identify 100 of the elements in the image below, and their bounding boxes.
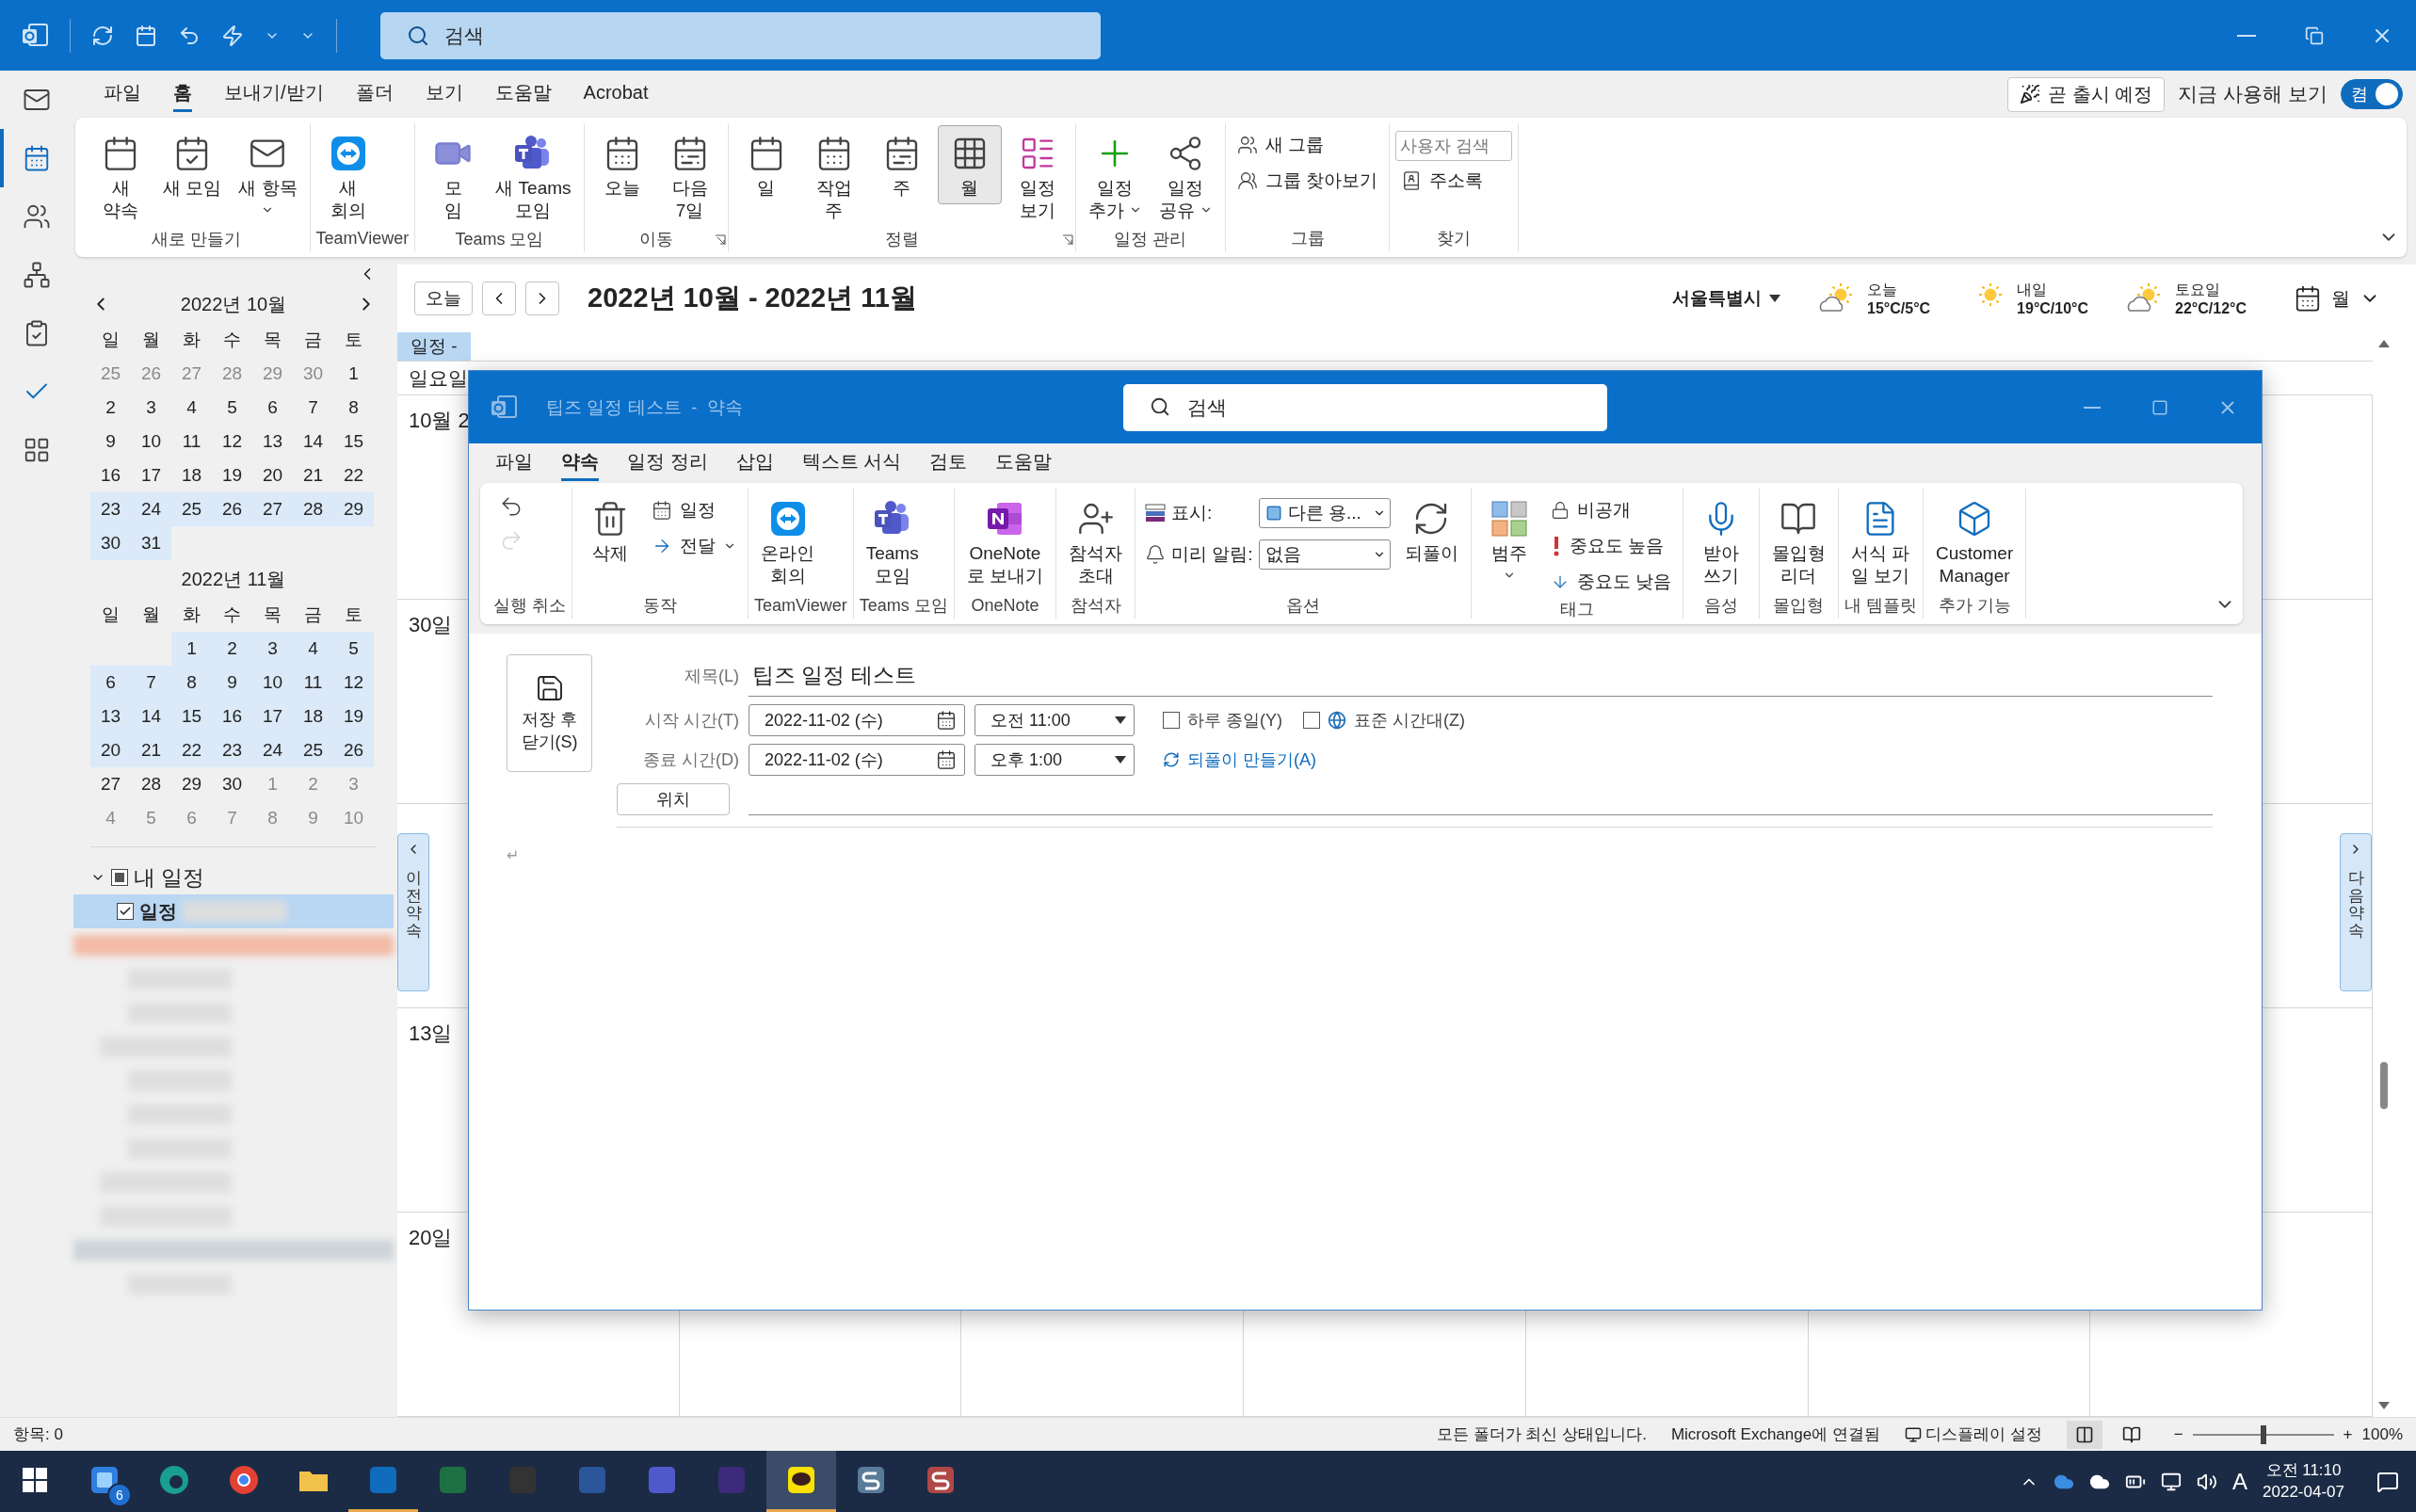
calendar-day[interactable]: 26 <box>333 733 374 767</box>
calendar-day[interactable]: 10 <box>252 666 293 700</box>
calendar-day[interactable]: 5 <box>212 391 252 425</box>
menu-tab[interactable]: 도움말 <box>494 76 552 112</box>
calendar-day[interactable]: 13 <box>252 425 293 458</box>
slider-thumb[interactable] <box>2260 1424 2266 1444</box>
location-label[interactable]: 서울특별시 <box>1672 286 1763 311</box>
folder-item[interactable]: 일정 <box>73 894 394 928</box>
calendar-day[interactable]: 3 <box>131 391 171 425</box>
calendar-day[interactable]: 13 <box>90 700 131 733</box>
checkbox[interactable] <box>1303 712 1320 729</box>
ribbon-button[interactable]: 중요도 높음 <box>1544 530 1677 562</box>
checkbox[interactable] <box>1163 712 1180 729</box>
calendar-day[interactable]: 20 <box>90 733 131 767</box>
calendar-day[interactable]: 16 <box>90 458 131 492</box>
ribbon-button[interactable]: 서식 파 일 보기 <box>1844 491 1917 592</box>
calendar-day[interactable]: 14 <box>293 425 333 458</box>
previous-appointment-tab[interactable]: 이전 약속 <box>397 833 429 991</box>
calendar-day[interactable]: 6 <box>90 666 131 700</box>
location-button[interactable]: 위치 <box>617 783 730 815</box>
ribbon-button[interactable]: 비공개 <box>1544 494 1677 526</box>
calendar-day[interactable]: 24 <box>252 733 293 767</box>
ribbon-button[interactable]: 일 <box>733 125 798 204</box>
calendar-day[interactable]: 31 <box>131 526 171 560</box>
scroll-down-icon[interactable] <box>2378 1402 2390 1409</box>
toggle-switch[interactable]: 켬 <box>2341 79 2403 109</box>
save-close-button[interactable]: 저장 후 닫기(S) <box>507 654 592 772</box>
calendar-day[interactable]: 19 <box>212 458 252 492</box>
dropdown[interactable]: 없음 <box>1258 539 1391 570</box>
calendar-day[interactable]: 4 <box>293 632 333 666</box>
recurrence-link[interactable]: 되풀이 만들기(A) <box>1187 748 1316 771</box>
calendar-day[interactable]: 23 <box>212 733 252 767</box>
ribbon-button[interactable]: OneNote 로 보내기 <box>959 491 1051 592</box>
calendar-day[interactable]: 28 <box>131 767 171 801</box>
calendar-day[interactable]: 3 <box>252 632 293 666</box>
calendar-day[interactable]: 10 <box>131 425 171 458</box>
menu-tab[interactable]: 텍스트 서식 <box>801 445 902 481</box>
calendar-day[interactable]: 19 <box>333 700 374 733</box>
calendar-day[interactable]: 21 <box>131 733 171 767</box>
calendar-day[interactable]: 16 <box>212 700 252 733</box>
ribbon-button[interactable]: 새 항목 <box>232 125 304 227</box>
calendar-day[interactable]: 7 <box>131 666 171 700</box>
calendar-day[interactable]: 12 <box>212 425 252 458</box>
ribbon-button[interactable]: 그룹 찾아보기 <box>1232 165 1384 197</box>
calendar-day[interactable]: 23 <box>90 492 131 526</box>
subject-field[interactable]: 팁즈 일정 테스트 <box>749 654 2213 697</box>
menu-tab[interactable]: Acrobat <box>583 78 649 110</box>
menu-tab[interactable]: 보기 <box>425 76 463 112</box>
calendar-day[interactable]: 6 <box>252 391 293 425</box>
ribbon-button[interactable]: 온라인 회의 <box>754 491 821 592</box>
zoom-in-button[interactable]: + <box>2343 1424 2353 1444</box>
calendar-day[interactable]: 21 <box>293 458 333 492</box>
zoom-out-button[interactable]: − <box>2173 1424 2183 1444</box>
notifications-icon[interactable] <box>2376 1470 2399 1493</box>
menu-tab[interactable]: 파일 <box>495 445 533 481</box>
scroll-up-icon[interactable] <box>2378 340 2390 347</box>
calendar-day[interactable]: 9 <box>90 425 131 458</box>
today-button[interactable]: 오늘 <box>414 281 473 315</box>
taskbar-app[interactable] <box>766 1451 836 1512</box>
calendar-day[interactable]: 29 <box>171 767 212 801</box>
calendar-day[interactable]: 2 <box>90 391 131 425</box>
calendar-day[interactable]: 17 <box>252 700 293 733</box>
calendar-day[interactable]: 5 <box>333 632 374 666</box>
ribbon-button[interactable]: 일정 <box>646 494 742 526</box>
calendar-day[interactable]: 24 <box>131 492 171 526</box>
calendar-day[interactable]: 20 <box>252 458 293 492</box>
ribbon-button[interactable]: 전달 <box>646 530 742 562</box>
ribbon-button[interactable]: 일정 보기 <box>1005 125 1070 227</box>
date-field[interactable]: 2022-11-02 (수) <box>749 744 965 776</box>
calendar-day[interactable]: 2 <box>212 632 252 666</box>
search-field[interactable]: 사용자 검색 <box>1395 131 1513 161</box>
calendar-day[interactable]: 8 <box>171 666 212 700</box>
calendar-day[interactable]: 30 <box>212 767 252 801</box>
view-dropdown[interactable]: 월 <box>2294 284 2380 313</box>
ribbon-button[interactable]: Customer Manager <box>1928 491 2021 592</box>
view-button[interactable] <box>2066 1420 2102 1449</box>
calendar-day[interactable]: 25 <box>171 492 212 526</box>
ribbon-button[interactable]: 받아 쓰기 <box>1688 491 1753 592</box>
network-icon[interactable] <box>2161 1471 2182 1492</box>
calendar-day[interactable]: 28 <box>293 492 333 526</box>
ribbon-button[interactable]: 되풀이 <box>1397 491 1465 570</box>
launcher-icon[interactable] <box>1061 234 1073 246</box>
calendar-day[interactable]: 25 <box>293 733 333 767</box>
menu-tab[interactable]: 폴더 <box>355 76 394 112</box>
calendar-day[interactable]: 9 <box>212 666 252 700</box>
display-settings-link[interactable]: 디스플레이 설정 <box>1925 1424 2042 1445</box>
next-appointment-tab[interactable]: 다음 약속 <box>2340 833 2372 991</box>
calendar-day[interactable]: 11 <box>171 425 212 458</box>
ribbon-button[interactable]: 새 모임 <box>156 125 229 204</box>
ribbon-button[interactable]: 다음 7일 <box>657 125 722 227</box>
ribbon-button[interactable]: 새 Teams 모임 <box>489 125 578 227</box>
calendar-day[interactable]: 12 <box>333 666 374 700</box>
coming-soon-button[interactable]: 곧 출시 예정 <box>2007 76 2166 112</box>
ribbon-button[interactable]: 새 회의 <box>315 125 380 227</box>
menu-tab[interactable]: 보내기/받기 <box>224 76 324 112</box>
ribbon-button[interactable]: 일정 공유 <box>1152 125 1220 227</box>
menu-tab[interactable]: 일정 정리 <box>627 445 708 481</box>
monitor-icon[interactable] <box>1904 1425 1922 1443</box>
ribbon-button[interactable]: 오늘 <box>589 125 654 204</box>
calendar-day[interactable]: 22 <box>333 458 374 492</box>
